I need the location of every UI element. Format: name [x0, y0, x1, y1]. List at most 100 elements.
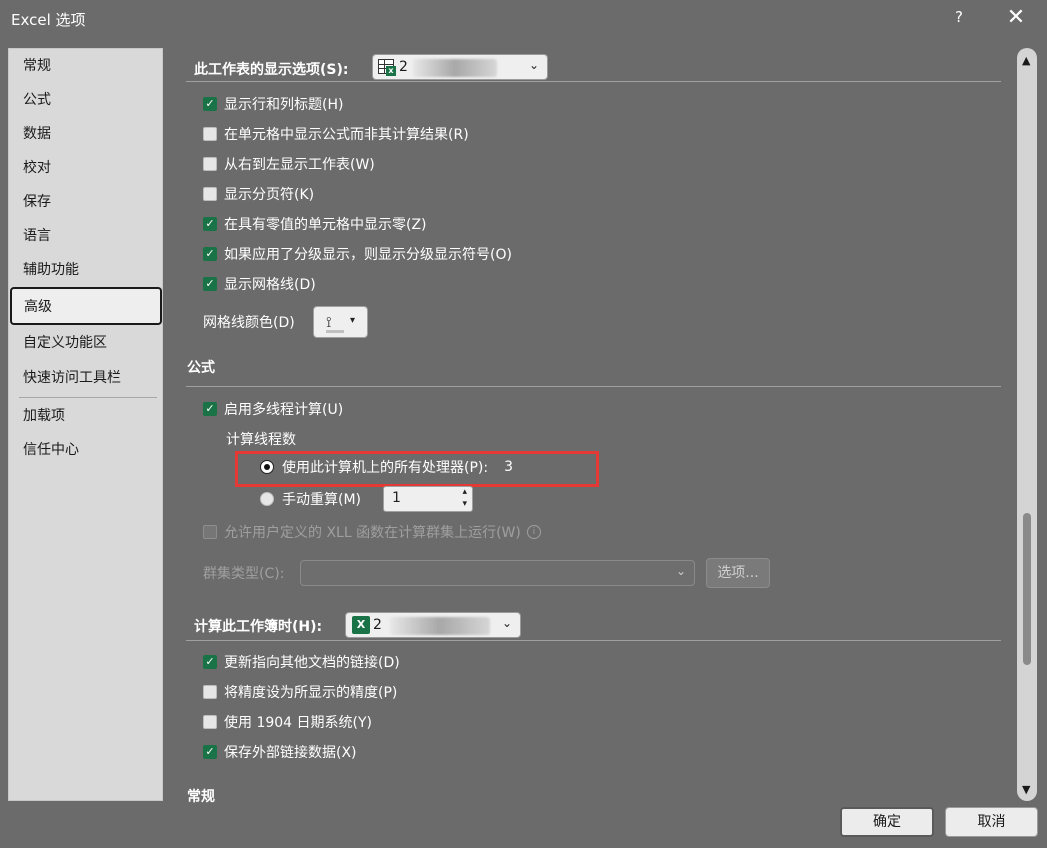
checkbox-checked[interactable]: ✓: [203, 655, 217, 669]
option-show-row-col-headers[interactable]: ✓ 显示行和列标题(H): [203, 93, 343, 115]
nav-item-advanced[interactable]: 高级: [10, 287, 162, 325]
workbook-calc-heading: 计算此工作簿时(H):: [194, 619, 323, 635]
option-label: 显示行和列标题(H): [224, 97, 344, 113]
option-label: 保存外部链接数据(X): [224, 745, 357, 761]
nav-item-proofing[interactable]: 校对: [9, 151, 162, 185]
threads-label-row: 计算线程数: [226, 428, 296, 450]
checkbox-unchecked[interactable]: [203, 157, 217, 171]
worksheet-select-value: 2: [399, 59, 408, 75]
option-update-links[interactable]: ✓ 更新指向其他文档的链接(D): [203, 651, 400, 673]
color-swatch: [326, 330, 344, 333]
checkbox-unchecked[interactable]: [203, 127, 217, 141]
option-label: 显示分页符(K): [224, 187, 315, 203]
option-right-to-left[interactable]: 从右到左显示工作表(W): [203, 153, 375, 175]
option-label: 从右到左显示工作表(W): [224, 157, 375, 173]
radio-selected[interactable]: [260, 460, 274, 474]
nav-item-save[interactable]: 保存: [9, 185, 162, 219]
workbook-select[interactable]: X 2 ⌄: [345, 612, 521, 638]
option-label: 更新指向其他文档的链接(D): [224, 655, 400, 671]
chevron-down-icon: ⌄: [528, 58, 539, 72]
option-outline-symbols[interactable]: ✓ 如果应用了分级显示，则显示分级显示符号(O): [203, 243, 512, 265]
worksheet-select[interactable]: x 2 ⌄: [372, 54, 548, 80]
excel-icon: X: [352, 616, 370, 634]
checkbox-disabled: [203, 525, 217, 539]
processor-count: 3: [504, 459, 514, 475]
checkbox-checked[interactable]: ✓: [203, 97, 217, 111]
checkbox-checked[interactable]: ✓: [203, 277, 217, 291]
nav-item-data[interactable]: 数据: [9, 117, 162, 151]
option-label: 在单元格中显示公式而非其计算结果(R): [224, 127, 469, 143]
option-label: 启用多线程计算(U): [224, 402, 344, 418]
option-page-breaks[interactable]: 显示分页符(K): [203, 183, 314, 205]
option-use-all-processors[interactable]: 使用此计算机上的所有处理器(P): 3: [260, 456, 513, 478]
scroll-thumb[interactable]: [1023, 513, 1031, 665]
option-multithread[interactable]: ✓ 启用多线程计算(U): [203, 398, 343, 420]
option-show-zero[interactable]: ✓ 在具有零值的单元格中显示零(Z): [203, 213, 427, 235]
workbook-select-value: 2: [373, 617, 382, 633]
option-xll-cluster: 允许用户定义的 XLL 函数在计算群集上运行(W) i: [203, 521, 541, 543]
nav-item-formulas[interactable]: 公式: [9, 83, 162, 117]
formulas-heading: 公式: [187, 360, 215, 376]
scroll-down-icon[interactable]: ▼: [1022, 783, 1030, 796]
checkbox-checked[interactable]: ✓: [203, 745, 217, 759]
close-button[interactable]: ✕: [1002, 6, 1030, 32]
scroll-track[interactable]: [1017, 48, 1037, 801]
option-label: 将精度设为所显示的精度(P): [224, 685, 398, 701]
option-precision-as-displayed[interactable]: 将精度设为所显示的精度(P): [203, 681, 397, 703]
checkbox-unchecked[interactable]: [203, 715, 217, 729]
option-label: 使用此计算机上的所有处理器(P):: [282, 460, 489, 476]
spin-up-icon[interactable]: ▴: [462, 487, 467, 497]
section-divider: [186, 640, 1001, 641]
cluster-options-button: 选项...: [706, 558, 770, 588]
option-label: 使用 1904 日期系统(Y): [224, 715, 373, 731]
chevron-down-icon: ⌄: [501, 616, 512, 630]
chevron-down-icon: ⌄: [675, 564, 686, 578]
spin-down-icon[interactable]: ▾: [462, 499, 467, 509]
nav-divider: [19, 397, 157, 398]
gridline-color-label-row: 网格线颜色(D): [203, 311, 295, 333]
title-bar: Excel 选项 ? ✕: [0, 0, 1047, 38]
nav-item-language[interactable]: 语言: [9, 219, 162, 253]
dropdown-arrow-icon: ▾: [350, 315, 356, 326]
option-label: 在具有零值的单元格中显示零(Z): [224, 217, 427, 233]
vertical-scrollbar[interactable]: ▲ ▼: [1017, 48, 1037, 801]
checkbox-unchecked[interactable]: [203, 685, 217, 699]
checkbox-checked[interactable]: ✓: [203, 247, 217, 261]
option-gridlines[interactable]: ✓ 显示网格线(D): [203, 273, 316, 295]
option-label: 显示网格线(D): [224, 277, 316, 293]
redacted-workbook-name: [390, 617, 490, 635]
threads-label: 计算线程数: [226, 432, 296, 448]
nav-item-trust-center[interactable]: 信任中心: [9, 433, 162, 467]
redacted-sheet-name: [413, 59, 497, 77]
cluster-type-select: ⌄: [300, 560, 695, 586]
scroll-up-icon[interactable]: ▲: [1022, 54, 1030, 67]
general-heading: 常规: [187, 789, 215, 805]
thread-count-spinner[interactable]: 1 ▴ ▾: [383, 486, 473, 512]
option-label: 允许用户定义的 XLL 函数在计算群集上运行(W): [224, 525, 521, 541]
option-1904-date[interactable]: 使用 1904 日期系统(Y): [203, 711, 372, 733]
paint-bucket-icon: ⟟: [326, 313, 332, 331]
checkbox-checked[interactable]: ✓: [203, 217, 217, 231]
nav-item-accessibility[interactable]: 辅助功能: [9, 253, 162, 287]
help-button[interactable]: ?: [948, 8, 970, 30]
ok-button[interactable]: 确定: [840, 807, 934, 837]
radio-unselected[interactable]: [260, 492, 274, 506]
section-divider: [186, 386, 1001, 387]
spinner-value: 1: [392, 490, 401, 506]
cancel-button[interactable]: 取消: [945, 807, 1038, 837]
checkbox-checked[interactable]: ✓: [203, 402, 217, 416]
option-save-external-links[interactable]: ✓ 保存外部链接数据(X): [203, 741, 357, 763]
nav-item-customize-ribbon[interactable]: 自定义功能区: [9, 326, 162, 360]
category-nav: 常规 公式 数据 校对 保存 语言 辅助功能 高级 自定义功能区 快速访问工具栏…: [8, 48, 163, 801]
checkbox-unchecked[interactable]: [203, 187, 217, 201]
cluster-type-label: 群集类型(C):: [203, 566, 285, 582]
nav-item-add-ins[interactable]: 加载项: [9, 399, 162, 433]
option-show-formulas[interactable]: 在单元格中显示公式而非其计算结果(R): [203, 123, 469, 145]
info-icon: i: [526, 525, 541, 539]
nav-item-general[interactable]: 常规: [9, 49, 162, 83]
nav-item-quick-access-toolbar[interactable]: 快速访问工具栏: [9, 361, 162, 395]
gridline-color-label: 网格线颜色(D): [203, 315, 295, 331]
gridline-color-button[interactable]: ⟟ ▾: [313, 306, 368, 338]
option-manual-threads[interactable]: 手动重算(M): [260, 488, 361, 510]
section-divider: [186, 81, 1001, 82]
